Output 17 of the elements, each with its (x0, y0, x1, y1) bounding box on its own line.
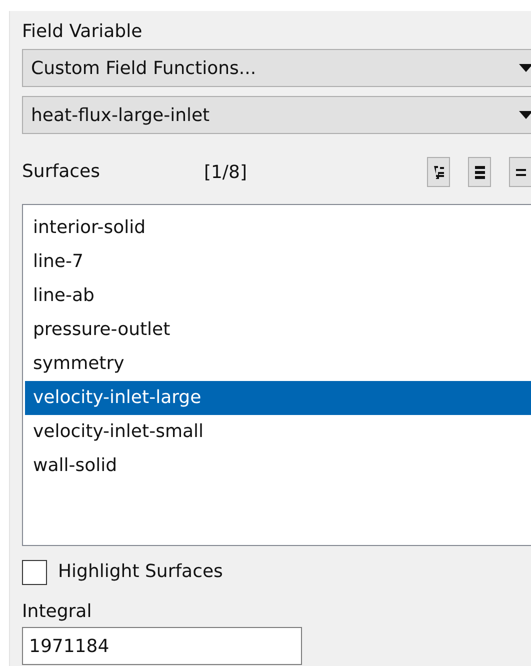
surface-item[interactable]: velocity-inlet-small (25, 415, 531, 449)
surface-item[interactable]: interior-solid (25, 211, 531, 245)
function-dropdown[interactable]: heat-flux-large-inlet (22, 96, 531, 134)
surfaces-label: Surfaces (22, 160, 100, 184)
selection-count: [1/8] (204, 162, 248, 182)
integral-field[interactable]: 1971184 (22, 627, 302, 665)
surface-item[interactable]: wall-solid (25, 449, 531, 483)
surface-item[interactable]: symmetry (25, 347, 531, 381)
surfaces-list[interactable]: interior-solid line-7 line-ab pressure-outlet symmetry velocity-inlet-large velocity-inlet-small wall-solid (22, 204, 531, 546)
category-dropdown[interactable]: Custom Field Functions... (22, 49, 531, 87)
surface-item[interactable]: line-ab (25, 279, 531, 313)
surface-item[interactable]: velocity-inlet-large (25, 381, 531, 415)
surface-item[interactable]: line-7 (25, 245, 531, 279)
surface-item[interactable]: pressure-outlet (25, 313, 531, 347)
integral-label: Integral (22, 600, 93, 624)
field-variable-label: Field Variable (22, 20, 144, 44)
highlight-surfaces-label: Highlight Surfaces (58, 560, 223, 584)
